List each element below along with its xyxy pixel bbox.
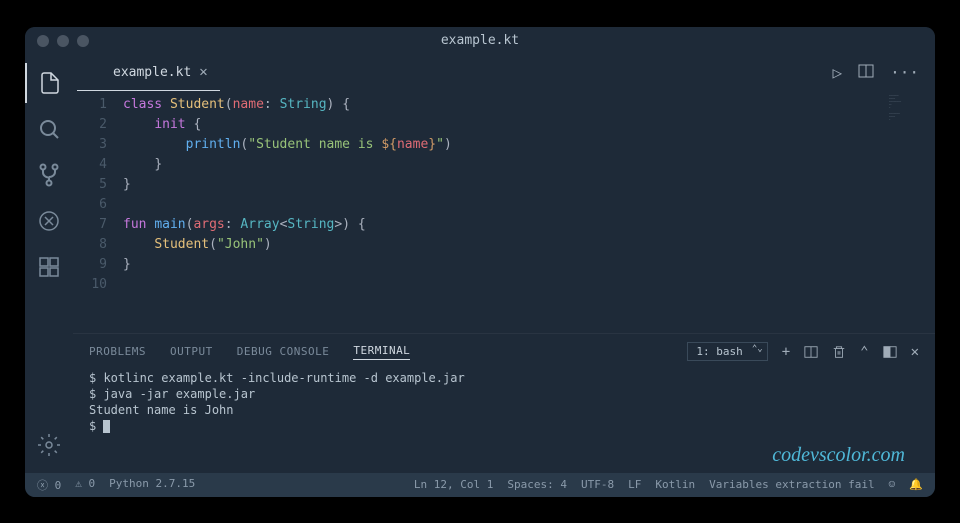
feedback-icon[interactable]: ☺ bbox=[889, 478, 896, 491]
bell-icon[interactable]: 🔔 bbox=[909, 478, 923, 491]
tab-terminal[interactable]: TERMINAL bbox=[353, 344, 410, 360]
split-editor-icon[interactable] bbox=[858, 63, 874, 83]
close-panel-icon[interactable]: ✕ bbox=[911, 344, 919, 360]
tab-debug-console[interactable]: DEBUG CONSOLE bbox=[237, 345, 330, 358]
minimize-window[interactable] bbox=[57, 35, 69, 47]
status-python[interactable]: Python 2.7.15 bbox=[109, 477, 195, 493]
status-warnings[interactable]: ⚠ 0 bbox=[75, 477, 95, 493]
status-lncol[interactable]: Ln 12, Col 1 bbox=[414, 478, 493, 491]
tab-problems[interactable]: PROBLEMS bbox=[89, 345, 146, 358]
maximize-window[interactable] bbox=[77, 35, 89, 47]
status-errors[interactable]: ⓧ 0 bbox=[37, 477, 61, 493]
trash-icon[interactable] bbox=[832, 345, 846, 359]
titlebar: example.kt bbox=[25, 27, 935, 55]
search-icon[interactable] bbox=[25, 109, 73, 149]
terminal-line: $ kotlinc example.kt -include-runtime -d… bbox=[89, 370, 919, 386]
chevron-up-icon[interactable]: ⌃ bbox=[860, 344, 868, 360]
terminal-line: Student name is John bbox=[89, 402, 919, 418]
watermark: codevscolor.com bbox=[772, 444, 905, 467]
terminal-selector[interactable]: 1: bash bbox=[687, 342, 767, 361]
status-lang[interactable]: Kotlin bbox=[655, 478, 695, 491]
kotlin-file-icon bbox=[89, 64, 105, 80]
line-numbers: 12345678910 bbox=[73, 91, 123, 333]
run-icon[interactable]: ▷ bbox=[832, 63, 842, 83]
maximize-panel-icon[interactable] bbox=[883, 345, 897, 359]
status-spaces[interactable]: Spaces: 4 bbox=[507, 478, 567, 491]
window-title: example.kt bbox=[441, 33, 519, 48]
terminal-line: $ java -jar example.jar bbox=[89, 386, 919, 402]
debug-icon[interactable] bbox=[25, 201, 73, 241]
minimap[interactable]: ▬▬▬▬▬▬▬▬▬▬▬▬▬▬▬▬▬▬▬▬▬▬▬▬▬▬▬▬▬▬▬▬▬▬▬▬▬▬▬▬… bbox=[885, 91, 935, 126]
close-window[interactable] bbox=[37, 35, 49, 47]
gear-icon[interactable] bbox=[25, 425, 73, 465]
tab-bar: example.kt ✕ ▷ ··· bbox=[73, 55, 935, 91]
new-terminal-icon[interactable]: + bbox=[782, 344, 790, 360]
terminal-line: $ bbox=[89, 418, 919, 434]
explorer-icon[interactable] bbox=[25, 63, 73, 103]
status-eol[interactable]: LF bbox=[628, 478, 641, 491]
extensions-icon[interactable] bbox=[25, 247, 73, 287]
code-content[interactable]: class Student(name: String) { init { pri… bbox=[123, 91, 935, 333]
tab-label: example.kt bbox=[113, 65, 191, 80]
source-control-icon[interactable] bbox=[25, 155, 73, 195]
close-icon[interactable]: ✕ bbox=[199, 64, 207, 80]
window-controls bbox=[37, 35, 89, 47]
more-icon[interactable]: ··· bbox=[890, 63, 919, 83]
cursor bbox=[103, 420, 110, 433]
activity-bar bbox=[25, 55, 73, 473]
tab-output[interactable]: OUTPUT bbox=[170, 345, 213, 358]
split-terminal-icon[interactable] bbox=[804, 345, 818, 359]
tab-example-kt[interactable]: example.kt ✕ bbox=[77, 55, 220, 91]
code-editor[interactable]: 12345678910 class Student(name: String) … bbox=[73, 91, 935, 333]
status-encoding[interactable]: UTF-8 bbox=[581, 478, 614, 491]
statusbar: ⓧ 0 ⚠ 0 Python 2.7.15 Ln 12, Col 1 Space… bbox=[25, 473, 935, 497]
status-git[interactable]: Variables extraction fail bbox=[709, 478, 875, 491]
